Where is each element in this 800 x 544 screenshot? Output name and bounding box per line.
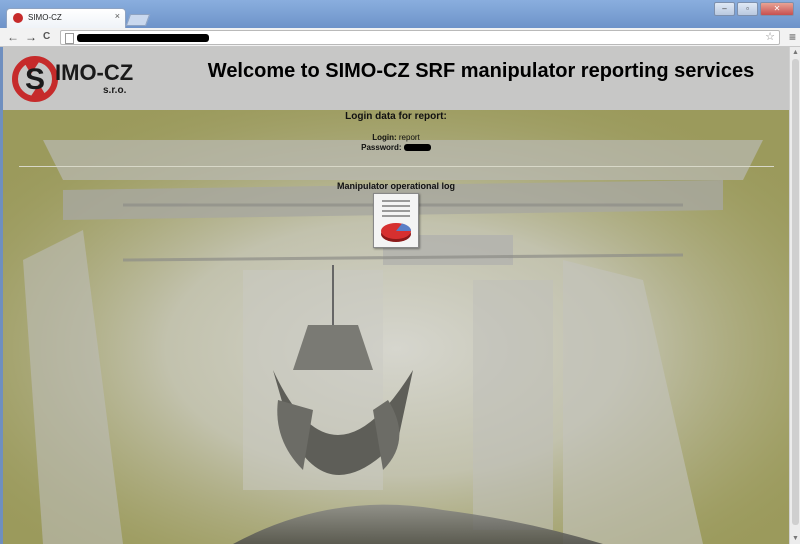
- svg-text:s.r.o.: s.r.o.: [103, 85, 127, 96]
- page-header: S IMO-CZ s.r.o. Welcome to SIMO-CZ SRF m…: [3, 47, 789, 110]
- page-icon: [65, 33, 74, 44]
- tab-title: SIMO-CZ: [28, 13, 62, 22]
- pie-chart-report-icon: [381, 200, 412, 242]
- forward-arrow-icon[interactable]: →: [25, 29, 37, 45]
- scrollbar-thumb[interactable]: [792, 59, 799, 525]
- new-tab-button[interactable]: [125, 14, 151, 26]
- page-title: Welcome to SIMO-CZ SRF manipulator repor…: [207, 60, 755, 82]
- simo-cz-logo: S IMO-CZ s.r.o.: [12, 56, 133, 102]
- operational-log-title: Manipulator operational log: [336, 181, 455, 191]
- address-bar[interactable]: ☆: [60, 30, 780, 45]
- page-viewport: S IMO-CZ s.r.o. Welcome to SIMO-CZ SRF m…: [3, 47, 789, 544]
- vertical-scrollbar[interactable]: ▲ ▼: [789, 47, 800, 544]
- login-row: Login: report: [3, 133, 789, 142]
- simo-favicon-icon: [13, 13, 23, 23]
- scroll-down-arrow-icon[interactable]: ▼: [792, 535, 799, 542]
- redacted-password: [403, 144, 431, 152]
- browser-tab[interactable]: SIMO-CZ ×: [6, 8, 126, 29]
- password-label: Password:: [361, 143, 402, 152]
- login-value: report: [398, 133, 420, 142]
- svg-text:S: S: [25, 63, 45, 96]
- window-controls: – ▫ ✕: [712, 2, 794, 16]
- close-window-button[interactable]: ✕: [760, 2, 794, 16]
- login-label: Login:: [372, 133, 397, 142]
- scroll-up-arrow-icon[interactable]: ▲: [792, 49, 799, 56]
- login-data-title: Login data for report:: [345, 111, 447, 122]
- reload-icon[interactable]: C: [43, 29, 50, 45]
- minimize-button[interactable]: –: [714, 2, 735, 16]
- divider: [19, 166, 774, 167]
- browser-menu-icon[interactable]: ≡: [789, 29, 796, 45]
- redacted-url: [77, 34, 209, 42]
- svg-text:IMO-CZ: IMO-CZ: [55, 60, 133, 85]
- back-arrow-icon[interactable]: ←: [7, 29, 19, 45]
- browser-toolbar: ← → C ☆ ≡: [0, 28, 800, 47]
- browser-titlebar: SIMO-CZ × – ▫ ✕: [0, 0, 800, 29]
- operational-log-report-button[interactable]: [373, 193, 419, 248]
- bookmark-star-icon[interactable]: ☆: [765, 30, 775, 43]
- maximize-button[interactable]: ▫: [737, 2, 758, 16]
- tab-close-icon[interactable]: ×: [115, 11, 120, 21]
- crane-hall-photo: [3, 110, 789, 544]
- password-row: Password:: [3, 143, 789, 152]
